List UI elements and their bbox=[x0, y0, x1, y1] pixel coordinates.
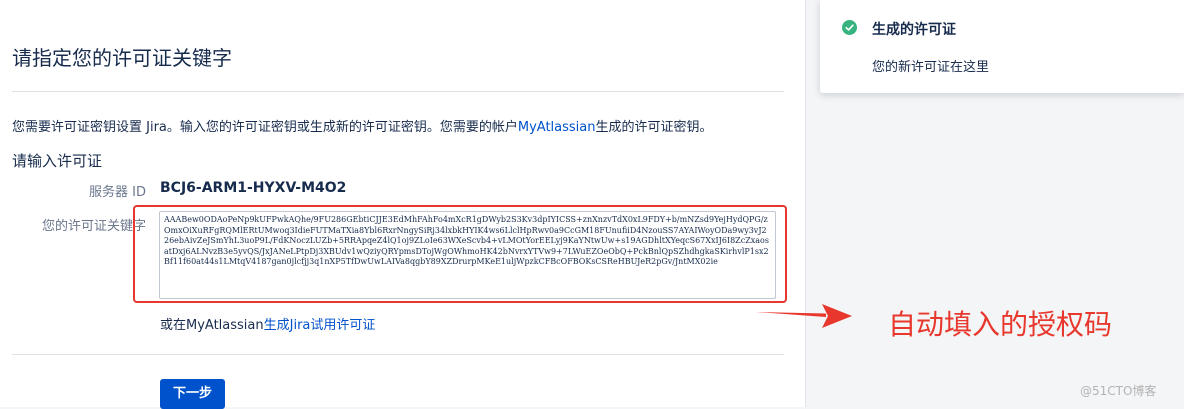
watermark: @51CTO博客 bbox=[1080, 384, 1157, 398]
server-id-label: 服务器 ID bbox=[89, 185, 146, 200]
next-button[interactable]: 下一步 bbox=[160, 379, 225, 409]
title-divider bbox=[12, 91, 784, 92]
section-title: 请输入许可证 bbox=[12, 152, 103, 170]
annotation-label: 自动填入的授权码 bbox=[888, 308, 1113, 341]
license-key-textarea[interactable]: AAABew0ODAoPeNp9kUFPwkAQhe/9FU286GEbtiCJ… bbox=[159, 211, 776, 299]
success-toast: 生成的许可证 您的新许可证在这里 bbox=[820, 0, 1184, 93]
intro-suffix: 生成的许可证密钥。 bbox=[595, 120, 713, 135]
myatlassian-link[interactable]: MyAtlassian bbox=[518, 120, 596, 135]
setup-panel: 请指定您的许可证关键字 您需要许可证密钥设置 Jira。输入您的许可证密钥或生成… bbox=[0, 0, 806, 409]
trial-prefix: 或在MyAtlassian bbox=[160, 318, 264, 333]
page-title: 请指定您的许可证关键字 bbox=[12, 46, 232, 70]
trial-line: 或在MyAtlassian生成Jira试用许可证 bbox=[160, 314, 375, 333]
intro-prefix: 您需要许可证密钥设置 Jira。输入您的许可证密钥或生成新的许可证密钥。您需要的… bbox=[12, 120, 518, 135]
check-circle-icon bbox=[842, 20, 857, 35]
license-key-label: 您的许可证关键字 bbox=[41, 219, 146, 234]
toast-title: 生成的许可证 bbox=[872, 22, 956, 38]
annotation-arrow-icon bbox=[756, 304, 852, 328]
toast-body: 您的新许可证在这里 bbox=[872, 60, 990, 75]
intro-text: 您需要许可证密钥设置 Jira。输入您的许可证密钥或生成新的许可证密钥。您需要的… bbox=[12, 116, 713, 135]
server-id-value: BCJ6-ARM1-HYXV-M4O2 bbox=[160, 180, 347, 196]
generate-trial-link[interactable]: 生成Jira试用许可证 bbox=[264, 318, 376, 333]
form-divider bbox=[12, 354, 784, 355]
